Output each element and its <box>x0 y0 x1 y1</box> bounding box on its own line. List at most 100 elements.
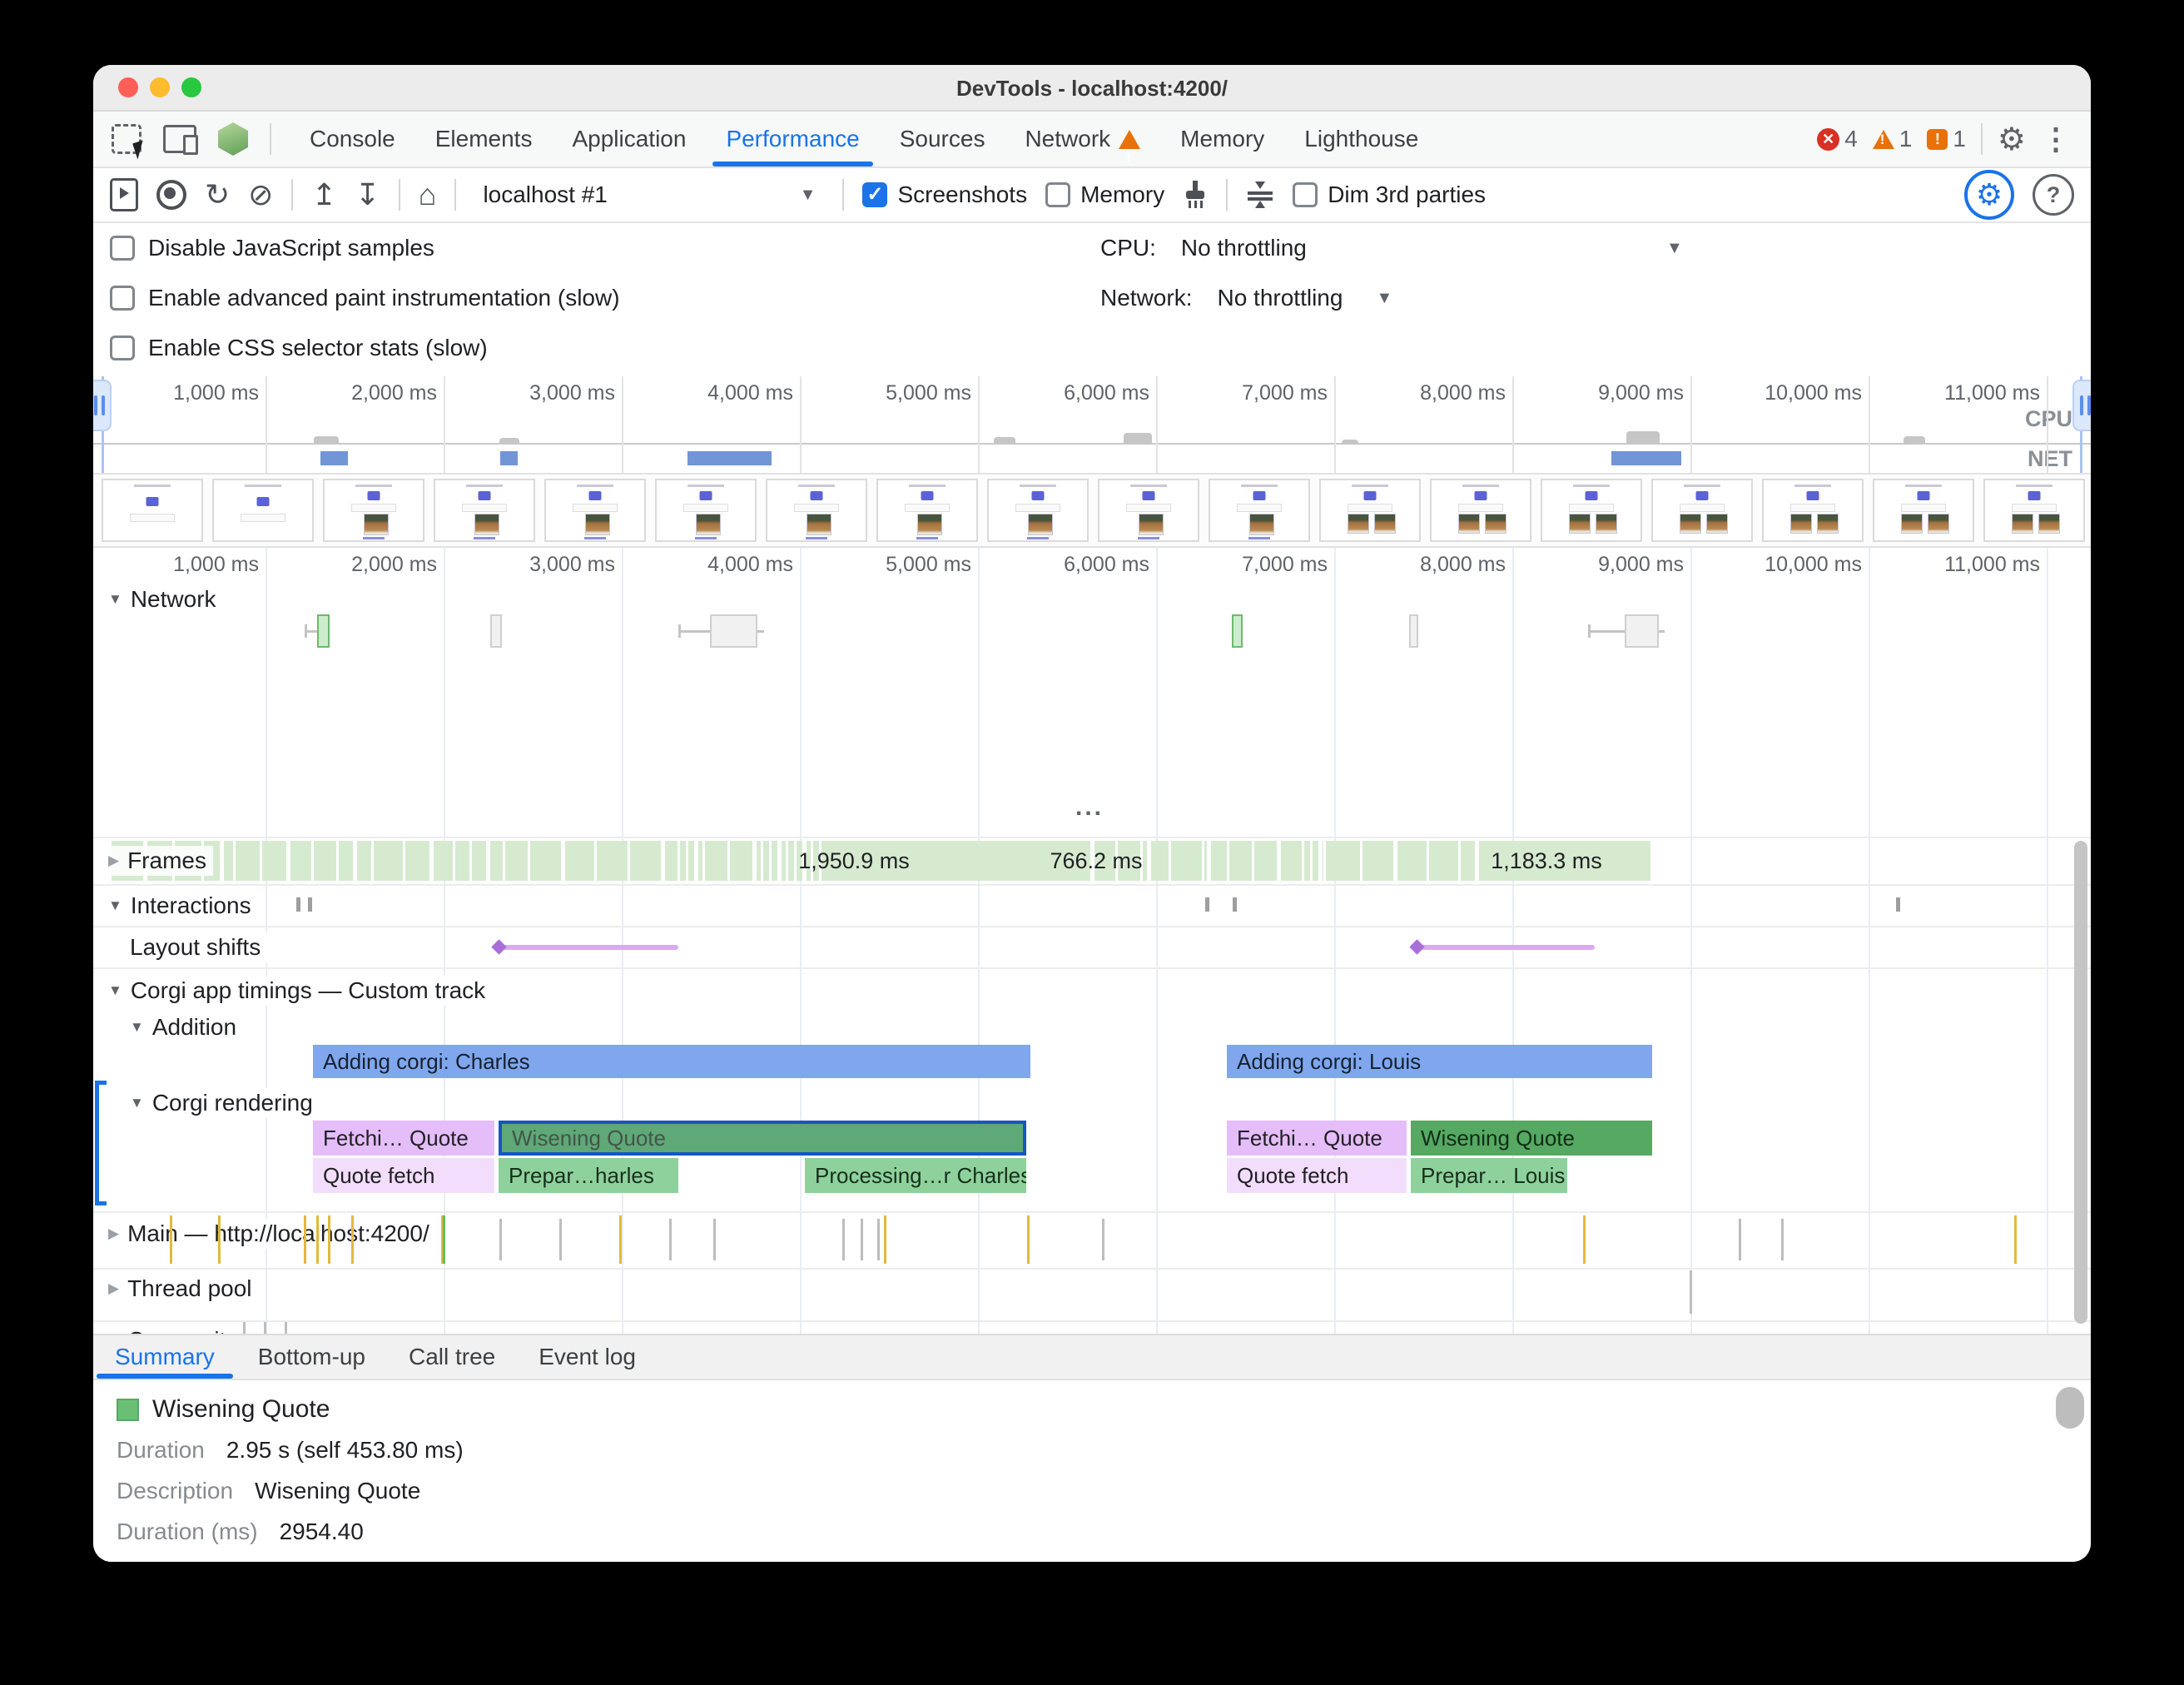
track-frames[interactable]: ▶Frames <box>108 846 213 876</box>
details-tab-bottom-up[interactable]: Bottom-up <box>236 1335 387 1379</box>
help-icon[interactable]: ? <box>2033 174 2074 216</box>
layout-shift-diamond[interactable] <box>491 939 506 954</box>
tab-memory[interactable]: Memory <box>1160 112 1284 167</box>
chart-scrollbar-thumb[interactable] <box>2074 841 2087 1324</box>
settings-checkbox[interactable] <box>110 336 135 360</box>
frame-gap <box>353 841 357 881</box>
timing-bar[interactable]: Fetchi… Quote <box>1227 1121 1407 1156</box>
tab-elements[interactable]: Elements <box>415 112 553 167</box>
memory-toggle[interactable]: Memory <box>1045 181 1164 208</box>
filmstrip-screenshot[interactable] <box>1762 479 1864 542</box>
network-request[interactable] <box>1409 614 1418 648</box>
tab-sources[interactable]: Sources <box>880 112 1005 167</box>
tab-lighthouse[interactable]: Lighthouse <box>1284 112 1438 167</box>
record-button[interactable] <box>156 180 186 210</box>
track-network[interactable]: ▼Network <box>108 584 223 614</box>
network-request[interactable] <box>490 614 502 648</box>
details-tab-summary[interactable]: Summary <box>93 1335 236 1379</box>
settings-gear-icon[interactable]: ⚙ <box>1998 121 2026 158</box>
track-addition[interactable]: ▼Addition <box>130 1012 243 1042</box>
warning-badge[interactable]: 1 <box>1873 126 1913 152</box>
timeline-flamechart[interactable]: 1,000 ms2,000 ms3,000 ms4,000 ms5,000 ms… <box>93 548 2091 1334</box>
filmstrip-screenshot[interactable] <box>1873 479 1974 542</box>
filmstrip-screenshot[interactable] <box>766 479 867 542</box>
memory-checkbox[interactable] <box>1045 182 1070 207</box>
timing-bar[interactable]: Wisening Quote <box>499 1121 1026 1156</box>
upload-profile-icon[interactable]: ↥ <box>311 180 336 210</box>
pane-splitter-handle[interactable]: ... <box>1075 793 1104 822</box>
tab-console[interactable]: Console <box>290 112 415 167</box>
dim-third-parties-toggle[interactable]: Dim 3rd parties <box>1293 181 1486 208</box>
track-layout-shifts[interactable]: Layout shifts <box>130 932 267 962</box>
tab-network[interactable]: Network <box>1005 112 1160 167</box>
track-thread-pool[interactable]: ▶Thread pool <box>108 1274 259 1304</box>
filmstrip-screenshot[interactable] <box>655 479 757 542</box>
thumb-button <box>1696 491 1709 500</box>
settings-checkbox[interactable] <box>110 286 135 311</box>
timeline-overview[interactable]: CPU NET 1,000 ms2,000 ms3,000 ms4,000 ms… <box>93 376 2091 475</box>
filmstrip-screenshot[interactable] <box>1651 479 1753 542</box>
track-interactions[interactable]: ▼Interactions <box>108 891 258 921</box>
screenshots-toggle[interactable]: ✓Screenshots <box>862 181 1027 208</box>
filmstrip-screenshot[interactable] <box>1983 479 2085 542</box>
inspect-element-icon[interactable] <box>112 124 141 154</box>
download-profile-icon[interactable]: ↧ <box>355 180 380 210</box>
home-icon[interactable]: ⌂ <box>419 180 437 210</box>
toggle-sidebar-icon[interactable] <box>110 178 138 211</box>
timing-bar[interactable]: Prepar…harles <box>499 1158 678 1193</box>
network-request[interactable] <box>317 614 330 648</box>
screenshots-checkbox[interactable]: ✓ <box>862 182 887 207</box>
clear-button[interactable]: ⊘ <box>248 180 273 210</box>
network-request[interactable] <box>710 614 757 648</box>
timing-bar[interactable]: Wisening Quote <box>1411 1121 1652 1156</box>
timing-bar[interactable]: Fetchi… Quote <box>313 1121 494 1156</box>
timing-bar[interactable]: Quote fetch <box>313 1158 494 1193</box>
filmstrip-screenshot[interactable] <box>102 479 203 542</box>
filmstrip-screenshot[interactable] <box>1209 479 1310 542</box>
filmstrip-screenshot[interactable] <box>1541 479 1642 542</box>
track-corgi-rendering[interactable]: ▼Corgi rendering <box>130 1088 320 1118</box>
filmstrip-screenshot[interactable] <box>1319 479 1421 542</box>
network-throttling-select[interactable]: No throttling <box>1217 285 1343 311</box>
capture-settings-gear-active[interactable]: ⚙ <box>1964 170 2014 220</box>
range-handle-right[interactable] <box>2072 380 2091 431</box>
range-handle-left[interactable] <box>93 380 112 431</box>
error-badge[interactable]: ✕4 <box>1817 126 1858 152</box>
track-compositor[interactable]: ▶Compositor <box>108 1325 253 1334</box>
profile-select[interactable]: localhost #1▼ <box>474 176 824 213</box>
timing-bar[interactable]: Processing…r Charles <box>805 1158 1026 1193</box>
filmstrip-screenshot[interactable] <box>876 479 978 542</box>
timing-bar-addition[interactable]: Adding corgi: Charles <box>313 1045 1030 1078</box>
angular-devtools-icon[interactable] <box>218 122 248 156</box>
filmstrip-screenshot[interactable] <box>987 479 1089 542</box>
timing-bar[interactable]: Quote fetch <box>1227 1158 1407 1193</box>
dim-checkbox[interactable] <box>1293 182 1318 207</box>
filmstrip-screenshot[interactable] <box>1430 479 1531 542</box>
timing-bar[interactable]: Prepar… Louis <box>1411 1158 1567 1193</box>
track-custom-corgi[interactable]: ▼Corgi app timings — Custom track <box>108 976 492 1006</box>
network-request[interactable] <box>1625 614 1659 648</box>
filmstrip-screenshot[interactable] <box>212 479 314 542</box>
filmstrip-screenshot[interactable] <box>544 479 646 542</box>
layout-shift-diamond[interactable] <box>1409 939 1424 954</box>
cpu-throttling-row: CPU: No throttling ▼ <box>1100 235 1683 261</box>
issues-badge[interactable]: !1 <box>1927 126 1966 152</box>
timing-bar-addition[interactable]: Adding corgi: Louis <box>1227 1045 1652 1078</box>
capture-settings-icon[interactable] <box>1246 180 1274 210</box>
details-tab-event-log[interactable]: Event log <box>517 1335 658 1379</box>
cpu-throttling-select[interactable]: No throttling <box>1181 235 1307 261</box>
network-request[interactable] <box>1232 614 1243 648</box>
reload-and-record-button[interactable]: ↻ <box>205 180 230 210</box>
tab-application[interactable]: Application <box>552 112 706 167</box>
summary-scrollbar-thumb[interactable] <box>2056 1387 2084 1429</box>
details-tab-call-tree[interactable]: Call tree <box>387 1335 517 1379</box>
collect-garbage-icon[interactable] <box>1183 181 1208 209</box>
filmstrip-screenshot[interactable] <box>1098 479 1199 542</box>
filmstrip-screenshot[interactable] <box>434 479 535 542</box>
device-toolbar-icon[interactable] <box>163 125 196 153</box>
tab-performance[interactable]: Performance <box>706 112 879 167</box>
settings-checkbox[interactable] <box>110 236 135 261</box>
kebab-menu-icon[interactable]: ⋮ <box>2041 122 2071 157</box>
filmstrip-screenshot[interactable] <box>323 479 424 542</box>
track-main-thread[interactable]: ▶Main — http://localhost:4200/ <box>108 1219 436 1249</box>
